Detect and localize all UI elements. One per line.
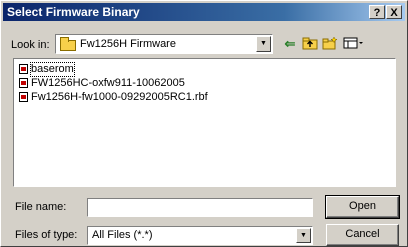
title-bar[interactable]: Select Firmware Binary ? X — [3, 3, 405, 21]
cancel-button[interactable]: Cancel — [326, 224, 399, 246]
back-arrow-icon[interactable]: ⇐ — [281, 36, 299, 52]
help-button[interactable]: ? — [369, 5, 385, 19]
open-button[interactable]: Open — [325, 195, 400, 219]
file-type-label: Files of type: — [15, 229, 78, 241]
file-name-label: File name: — [15, 201, 67, 213]
file-name-input[interactable] — [87, 198, 313, 217]
file-icon — [19, 64, 28, 74]
file-type-combo[interactable]: All Files (*.*) ▼ — [87, 226, 313, 245]
look-in-value: Fw1256H Firmware — [80, 38, 176, 50]
file-list[interactable]: baserom FW1256HC-oxfw911-10062005 Fw1256… — [13, 58, 396, 187]
file-type-value: All Files (*.*) — [92, 229, 153, 241]
file-name-0: baserom — [30, 62, 75, 77]
up-folder-icon[interactable] — [301, 36, 319, 52]
look-in-combo[interactable]: Fw1256H Firmware ▼ — [55, 34, 273, 54]
file-name-1: FW1256HC-oxfw911-10062005 — [31, 77, 185, 89]
file-icon — [19, 92, 28, 102]
folder-icon — [60, 37, 76, 51]
file-dialog: Select Firmware Binary ? X Look in: Fw12… — [0, 0, 408, 247]
close-button[interactable]: X — [386, 5, 402, 19]
file-icon — [19, 78, 28, 88]
look-in-label: Look in: — [11, 39, 50, 51]
dialog-title: Select Firmware Binary — [7, 5, 140, 19]
chevron-down-icon[interactable]: ▼ — [296, 228, 311, 243]
file-name-2: Fw1256H-fw1000-09292005RC1.rbf — [31, 91, 208, 103]
new-folder-icon[interactable] — [321, 36, 339, 52]
chevron-down-icon[interactable]: ▼ — [256, 36, 271, 52]
view-menu-icon[interactable] — [343, 36, 365, 52]
